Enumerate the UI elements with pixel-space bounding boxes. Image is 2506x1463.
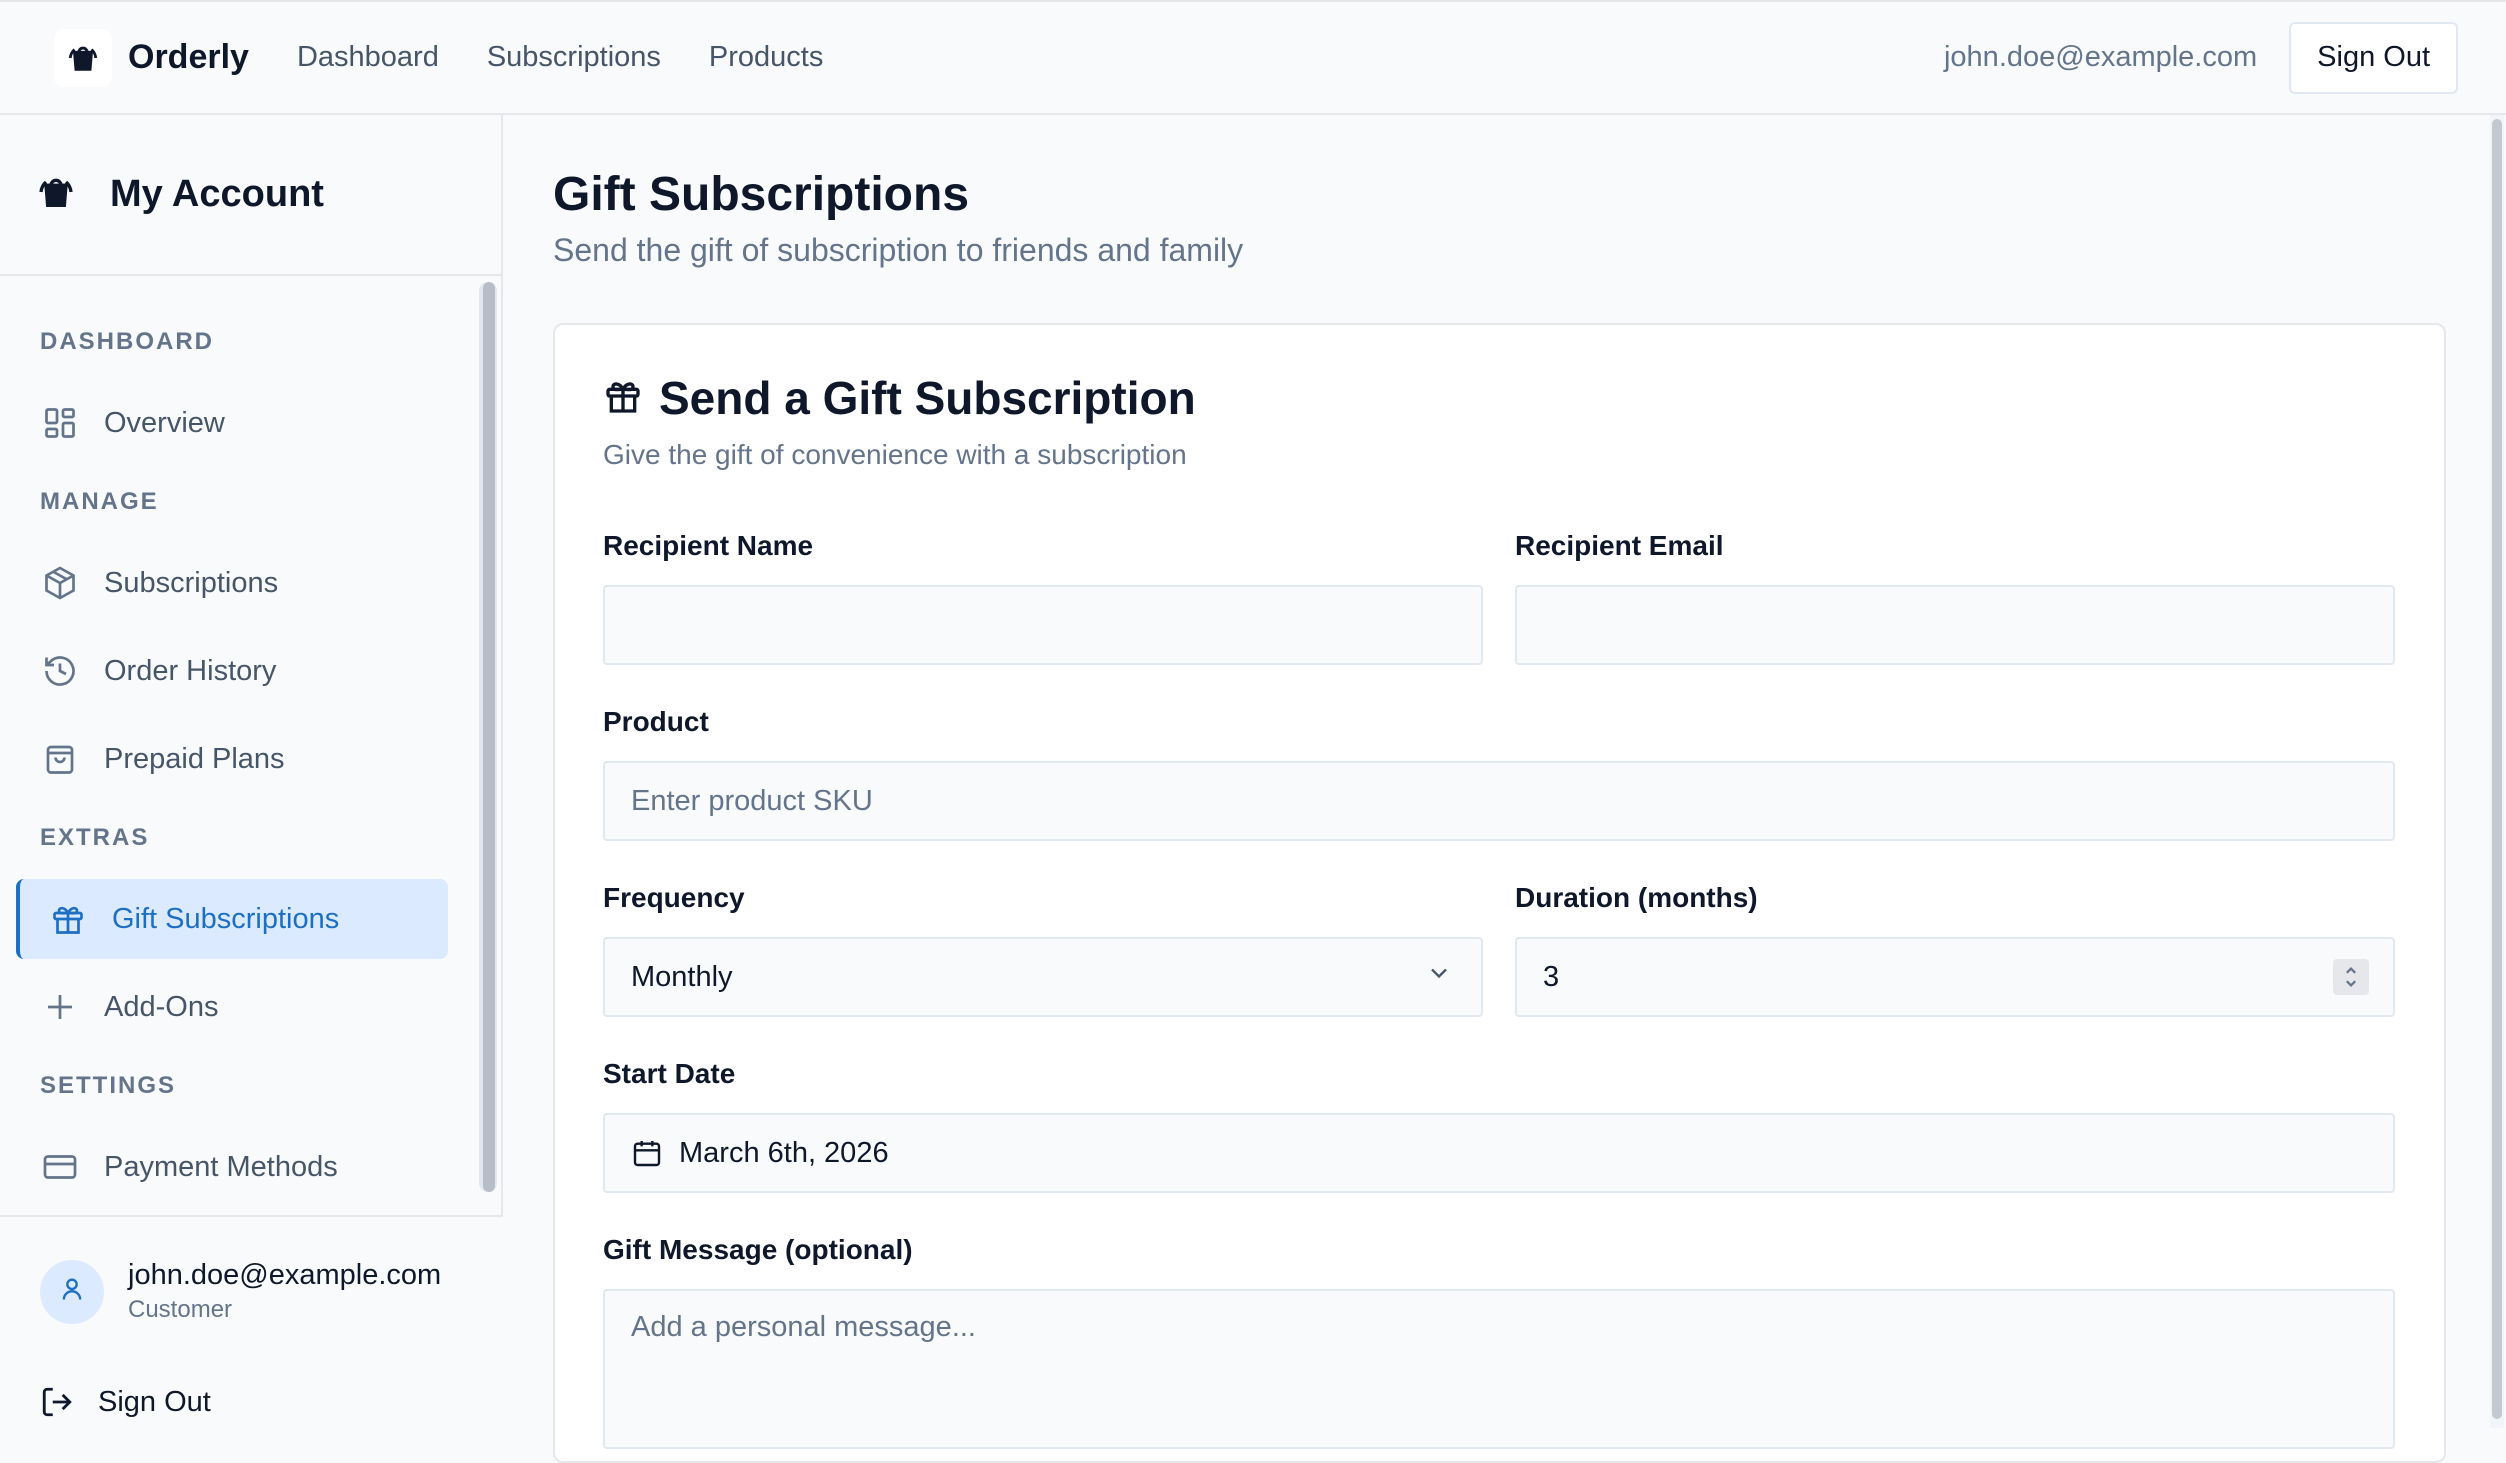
start-date-label: Start Date [603,1058,736,1089]
account-logo-icon [36,172,76,217]
card-subtitle: Give the gift of convenience with a subs… [603,439,1187,470]
top-nav: Dashboard Subscriptions Products [297,41,823,74]
package-icon [40,563,80,603]
card-header: Send a Gift Subscription [603,371,1196,425]
sidebar-item-label: Add-Ons [104,990,219,1023]
chevron-down-icon [1425,959,1453,995]
sidebar-signout-button[interactable]: Sign Out [40,1385,211,1419]
sidebar-item-label: Order History [104,654,277,687]
recipient-name-label: Recipient Name [603,530,814,561]
main-scrollbar-thumb[interactable] [2492,119,2502,1419]
user-role: Customer [128,1296,233,1323]
card-title: Send a Gift Subscription [659,372,1196,424]
product-placeholder: Enter product SKU [631,784,873,817]
sidebar-header: My Account [0,115,501,276]
gift-icon [48,899,88,939]
product-sku-input[interactable]: Enter product SKU [603,761,2395,841]
gift-icon [603,376,643,421]
avatar [40,1259,104,1324]
topnav-subscriptions-link[interactable]: Subscriptions [487,41,661,74]
sidebar-footer: john.doe@example.com Customer Sign Out [0,1215,503,1428]
duration-input[interactable]: 3 [1515,937,2395,1017]
sidebar-title: My Account [110,173,324,215]
logout-icon [40,1385,74,1419]
recipient-name-input[interactable] [603,585,1483,665]
main-content: Gift Subscriptions Send the gift of subs… [505,115,2480,1463]
sidebar-item-label: Subscriptions [104,566,279,599]
start-date-picker[interactable]: March 6th, 2026 [603,1113,2395,1193]
frequency-label: Frequency [603,882,745,913]
sidebar-scrollbar[interactable] [479,282,497,1192]
calendar-icon [631,1137,663,1169]
duration-value: 3 [1543,960,1560,993]
main-scrollbar[interactable] [2490,115,2504,1428]
user-icon [58,1275,86,1308]
sidebar-scrollbar-thumb[interactable] [483,282,495,1192]
signout-label: Sign Out [98,1385,211,1418]
number-stepper-icon[interactable] [2333,959,2369,995]
section-settings-label: SETTINGS [40,1072,177,1099]
brand-logo-icon [54,28,112,87]
frequency-select[interactable]: Monthly [603,937,1483,1017]
section-extras-label: EXTRAS [40,824,150,851]
user-email: john.doe@example.com [128,1259,442,1291]
product-label: Product [603,706,709,737]
recipient-email-label: Recipient Email [1515,530,1724,561]
sidebar-item-order-history[interactable]: Order History [16,631,448,711]
recipient-email-input[interactable] [1515,585,2395,665]
sidebar-item-gift-subscriptions[interactable]: Gift Subscriptions [16,879,448,959]
sidebar-item-label: Gift Subscriptions [112,902,340,935]
top-user-email: john.doe@example.com [1943,41,2258,73]
plus-icon [40,987,80,1027]
duration-label: Duration (months) [1515,882,1758,913]
user-profile[interactable]: john.doe@example.com Customer [40,1259,441,1324]
sidebar: My Account DASHBOARD Overview MANAGE Sub… [0,115,503,1428]
grid-icon [40,403,80,443]
top-signout-button[interactable]: Sign Out [2289,21,2458,94]
sidebar-item-overview[interactable]: Overview [16,383,448,463]
sidebar-nav: DASHBOARD Overview MANAGE Subscriptions … [0,276,501,1218]
gift-message-label: Gift Message (optional) [603,1234,913,1265]
brand-name: Orderly [128,38,249,76]
sidebar-item-subscriptions[interactable]: Subscriptions [16,543,448,623]
top-navbar: Orderly Dashboard Subscriptions Products… [0,0,2506,115]
sidebar-item-prepaid-plans[interactable]: Prepaid Plans [16,719,448,799]
sidebar-item-payment-methods[interactable]: Payment Methods [16,1127,448,1207]
sidebar-item-label: Overview [104,406,225,439]
topnav-dashboard-link[interactable]: Dashboard [297,41,439,74]
top-user-area: john.doe@example.com Sign Out [1943,21,2458,94]
sidebar-item-label: Payment Methods [104,1150,338,1183]
start-date-value: March 6th, 2026 [679,1136,889,1169]
credit-card-icon [40,1147,80,1187]
page-title: Gift Subscriptions [553,168,970,221]
frequency-value: Monthly [631,960,733,993]
gift-form-card: Send a Gift Subscription Give the gift o… [553,323,2446,1463]
gift-message-textarea[interactable]: Add a personal message... [603,1289,2395,1449]
shopping-bag-icon [40,739,80,779]
section-dashboard-label: DASHBOARD [40,328,214,355]
brand[interactable]: Orderly [54,28,249,87]
page-subtitle: Send the gift of subscription to friends… [553,232,1244,268]
gift-message-placeholder: Add a personal message... [631,1311,976,1343]
sidebar-item-label: Prepaid Plans [104,742,285,775]
section-manage-label: MANAGE [40,488,159,515]
topnav-products-link[interactable]: Products [709,41,823,74]
history-icon [40,651,80,691]
sidebar-item-add-ons[interactable]: Add-Ons [16,967,448,1047]
